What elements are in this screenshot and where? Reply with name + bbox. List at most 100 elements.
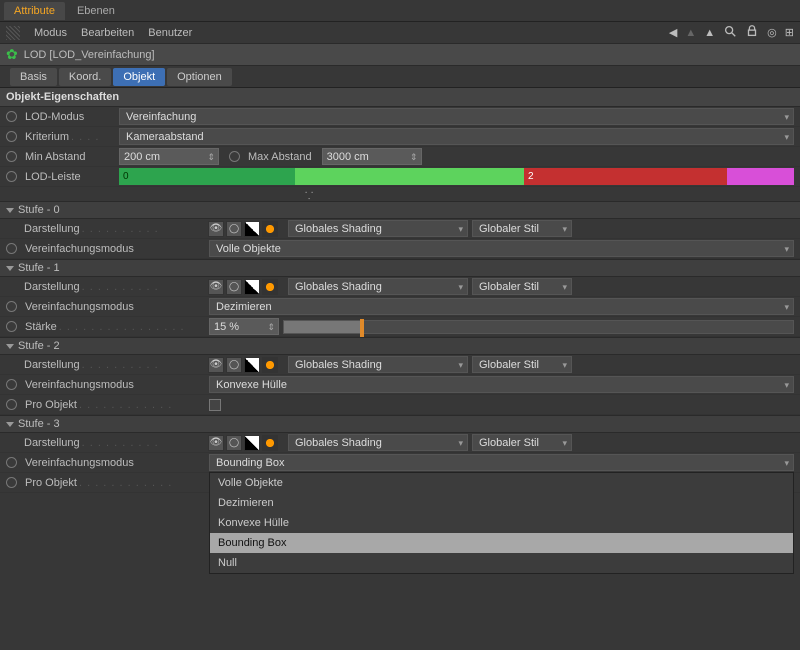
disclosure-icon bbox=[6, 344, 14, 349]
label-simpl-2: Vereinfachungsmodus bbox=[25, 379, 134, 391]
radio-simpl-3[interactable] bbox=[6, 457, 17, 468]
radio-max-abstand[interactable] bbox=[229, 151, 240, 162]
option-null[interactable]: Null bbox=[210, 553, 793, 573]
object-title: LOD [LOD_Vereinfachung] bbox=[24, 49, 155, 61]
radio-perobj-2[interactable] bbox=[6, 399, 17, 410]
tab-ebenen[interactable]: Ebenen bbox=[67, 2, 125, 20]
checker-icon[interactable] bbox=[244, 357, 260, 373]
option-bounding-box[interactable]: Bounding Box bbox=[210, 533, 793, 553]
dropdown-shading-2[interactable]: Globales Shading bbox=[288, 356, 468, 373]
dropdown-simpl-1[interactable]: Dezimieren bbox=[209, 298, 794, 315]
dropdown-shading-0[interactable]: Globales Shading bbox=[288, 220, 468, 237]
dropdown-style-3[interactable]: Globaler Stil bbox=[472, 434, 572, 451]
render-icon[interactable]: ◯ bbox=[226, 221, 242, 237]
search-icon[interactable] bbox=[723, 24, 737, 41]
shading-icon[interactable] bbox=[262, 435, 278, 451]
stage-2-header[interactable]: Stufe - 2 bbox=[0, 337, 800, 355]
radio-strength-1[interactable] bbox=[6, 321, 17, 332]
menu-bearbeiten[interactable]: Bearbeiten bbox=[81, 27, 134, 39]
radio-simpl-1[interactable] bbox=[6, 301, 17, 312]
visibility-icon[interactable] bbox=[208, 279, 224, 295]
label-simpl-3: Vereinfachungsmodus bbox=[25, 457, 134, 469]
dropdown-kriterium[interactable]: Kameraabstand bbox=[119, 128, 794, 145]
object-header: ✿ LOD [LOD_Vereinfachung] bbox=[0, 44, 800, 66]
stage-3-header[interactable]: Stufe - 3 bbox=[0, 415, 800, 433]
label-min-abstand: Min Abstand bbox=[25, 151, 86, 163]
label-darstellung-0: Darstellung bbox=[24, 223, 80, 235]
label-simpl-0: Vereinfachungsmodus bbox=[25, 243, 134, 255]
lod-object-icon: ✿ bbox=[6, 46, 18, 63]
shading-icon[interactable] bbox=[262, 357, 278, 373]
tab-koord[interactable]: Koord. bbox=[59, 68, 111, 86]
field-max-abstand[interactable]: 3000 cm bbox=[322, 148, 422, 165]
tab-objekt[interactable]: Objekt bbox=[113, 68, 165, 86]
new-window-icon[interactable]: ⊞ bbox=[785, 26, 794, 39]
target-icon[interactable]: ◎ bbox=[767, 26, 777, 39]
render-icon[interactable]: ◯ bbox=[226, 435, 242, 451]
shading-icon[interactable] bbox=[262, 279, 278, 295]
radio-simpl-0[interactable] bbox=[6, 243, 17, 254]
checker-icon[interactable] bbox=[244, 279, 260, 295]
radio-simpl-2[interactable] bbox=[6, 379, 17, 390]
dropdown-style-2[interactable]: Globaler Stil bbox=[472, 356, 572, 373]
label-perobj-2: Pro Objekt bbox=[25, 399, 77, 411]
slider-strength-1[interactable] bbox=[283, 320, 794, 334]
visibility-icon[interactable] bbox=[208, 221, 224, 237]
option-konvexe-huelle[interactable]: Konvexe Hülle bbox=[210, 513, 793, 533]
label-lod-modus: LOD-Modus bbox=[25, 111, 84, 123]
disclosure-icon bbox=[6, 266, 14, 271]
nav-arrow-icon[interactable]: ▲ bbox=[704, 27, 715, 39]
up-icon[interactable]: ▲ bbox=[685, 27, 696, 39]
field-min-abstand[interactable]: 200 cm bbox=[119, 148, 219, 165]
label-perobj-3: Pro Objekt bbox=[25, 477, 77, 489]
tab-basis[interactable]: Basis bbox=[10, 68, 57, 86]
dropdown-simpl-0[interactable]: Volle Objekte bbox=[209, 240, 794, 257]
label-darstellung-2: Darstellung bbox=[24, 359, 80, 371]
tab-optionen[interactable]: Optionen bbox=[167, 68, 232, 86]
lod-segment-2[interactable]: 2 bbox=[524, 168, 727, 185]
visibility-icon[interactable] bbox=[208, 435, 224, 451]
stage-0-header[interactable]: Stufe - 0 bbox=[0, 201, 800, 219]
dropdown-simpl-3-selected[interactable]: Bounding Box bbox=[209, 454, 794, 471]
field-strength-1[interactable]: 15 % bbox=[209, 318, 279, 335]
dropdown-lod-modus[interactable]: Vereinfachung bbox=[119, 108, 794, 125]
radio-min-abstand[interactable] bbox=[6, 151, 17, 162]
dropdown-style-1[interactable]: Globaler Stil bbox=[472, 278, 572, 295]
menu-benutzer[interactable]: Benutzer bbox=[148, 27, 192, 39]
lod-segment-1[interactable] bbox=[295, 168, 525, 185]
tab-attribute[interactable]: Attribute bbox=[4, 2, 65, 20]
option-dezimieren[interactable]: Dezimieren bbox=[210, 493, 793, 513]
disclosure-icon bbox=[6, 422, 14, 427]
dropdown-style-0[interactable]: Globaler Stil bbox=[472, 220, 572, 237]
lod-bar[interactable]: 0 2 bbox=[119, 168, 794, 185]
stage-3-title: Stufe - 3 bbox=[18, 418, 60, 430]
camera-marker-icon: ⸪ bbox=[305, 188, 313, 202]
visibility-icon[interactable] bbox=[208, 357, 224, 373]
back-arrow-icon[interactable]: ◀ bbox=[669, 26, 677, 39]
stage-1-header[interactable]: Stufe - 1 bbox=[0, 259, 800, 277]
dropdown-simpl-3-list: Volle Objekte Dezimieren Konvexe Hülle B… bbox=[209, 472, 794, 574]
dropdown-simpl-3[interactable]: Bounding Box Volle Objekte Dezimieren Ko… bbox=[209, 454, 794, 471]
menu-modus[interactable]: Modus bbox=[34, 27, 67, 39]
checker-icon[interactable] bbox=[244, 221, 260, 237]
checker-icon[interactable] bbox=[244, 435, 260, 451]
render-icon[interactable]: ◯ bbox=[226, 279, 242, 295]
radio-kriterium[interactable] bbox=[6, 131, 17, 142]
grip-icon bbox=[6, 26, 20, 40]
shading-icon[interactable] bbox=[262, 221, 278, 237]
disclosure-icon bbox=[6, 208, 14, 213]
checkbox-perobj-2[interactable] bbox=[209, 399, 221, 411]
radio-perobj-3[interactable] bbox=[6, 477, 17, 488]
lod-segment-3[interactable] bbox=[727, 168, 795, 185]
dropdown-simpl-2[interactable]: Konvexe Hülle bbox=[209, 376, 794, 393]
sub-tab-strip: Basis Koord. Objekt Optionen bbox=[0, 66, 800, 88]
lod-segment-0[interactable]: 0 bbox=[119, 168, 295, 185]
option-volle-objekte[interactable]: Volle Objekte bbox=[210, 473, 793, 493]
render-icon[interactable]: ◯ bbox=[226, 357, 242, 373]
radio-lod-modus[interactable] bbox=[6, 111, 17, 122]
label-max-abstand: Max Abstand bbox=[248, 151, 312, 163]
dropdown-shading-3[interactable]: Globales Shading bbox=[288, 434, 468, 451]
lock-icon[interactable] bbox=[745, 24, 759, 41]
dropdown-shading-1[interactable]: Globales Shading bbox=[288, 278, 468, 295]
radio-lod-leiste[interactable] bbox=[6, 171, 17, 182]
